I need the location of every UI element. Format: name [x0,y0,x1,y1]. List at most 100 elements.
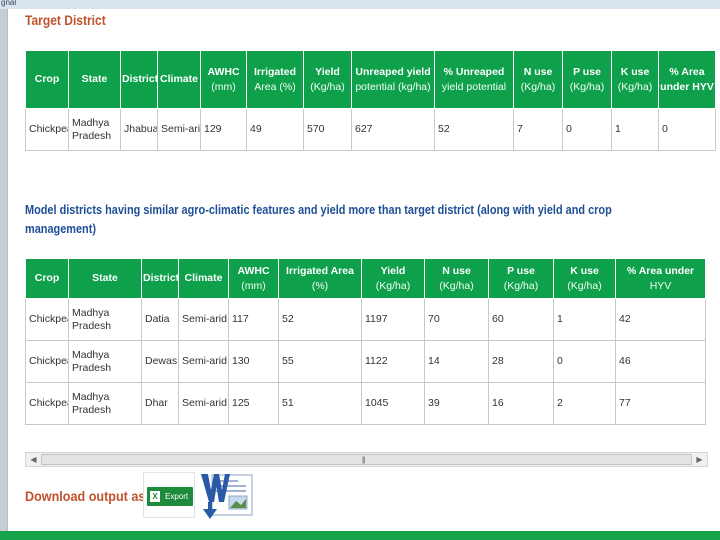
model-districts-table: Crop State District Climate AWHC (mm) Irrigate… [25,258,706,425]
horizontal-scrollbar[interactable]: ◀ ||| ▶ [25,452,708,467]
column-header: Crop [25,50,69,109]
column-header-label: Crop [34,272,60,284]
column-header-unit: yield potential [441,80,507,93]
column-header-label: P use [573,65,601,78]
column-header-label: State [92,272,118,284]
table-cell: Chickpea [25,340,69,383]
window-corner-label: gnal [1,0,17,7]
table-cell: Chickpea [25,382,69,425]
target-table-header: Crop State District Climate AWHC (mm) Irrigate… [25,50,716,109]
column-header-unit: (Kg/ha) [503,279,539,292]
table-cell: Semi-arid [178,340,229,383]
word-download-icon [201,474,253,519]
table-row: Chickpea Madhya Pradesh Datia Semi-arid 117 5… [25,298,706,341]
column-header: N use (Kg/ha) [424,258,489,299]
column-header-unit: (Kg/ha) [617,80,653,93]
table-cell: 1 [611,108,659,151]
column-header-label: Yield [315,65,340,78]
word-download-button[interactable] [199,472,255,522]
table-cell: 42 [615,298,706,341]
column-header-label: Crop [34,73,60,85]
column-header-label: N use [523,65,553,78]
column-header: % Area under HYV [615,258,706,299]
download-output-label: Download output as [25,488,146,504]
table-cell: 55 [278,340,362,383]
table-cell: Datia [141,298,179,341]
model-table-header: Crop State District Climate AWHC (mm) Irrigate… [25,258,706,299]
scroll-left-arrow-icon[interactable]: ◀ [27,453,40,466]
column-header: District [141,258,180,299]
table-cell: 570 [303,108,352,151]
table-cell: 1122 [361,340,425,383]
column-header: P use (Kg/ha) [488,258,554,299]
table-cell: 14 [424,340,489,383]
table-cell: Semi-arid [178,298,229,341]
column-header: Unreaped yield potential (kg/ha) [351,50,435,109]
scroll-right-arrow-icon[interactable]: ▶ [693,453,706,466]
table-cell: 28 [488,340,554,383]
column-header-unit: HYV [649,279,672,292]
column-header-unit: (Kg/ha) [567,279,602,292]
column-header-unit: (%) [311,279,329,292]
column-header-label: Irrigated Area [286,264,354,277]
table-cell: 125 [228,382,279,425]
window-top-bar: gnal [0,0,720,9]
column-header: Climate [178,258,229,299]
column-header-label: P use [507,264,535,277]
column-header: State [68,50,121,109]
column-header-label: Irrigated [253,65,296,78]
table-cell: 0 [562,108,612,151]
table-cell: 129 [200,108,247,151]
target-district-title: Target District [25,12,106,28]
column-header-unit: (Kg/ha) [569,80,605,93]
target-table-body: ChickpeaMadhya PradeshJhabuaSemi-arid129… [25,108,716,151]
table-cell: 130 [228,340,279,383]
table-cell: 1197 [361,298,425,341]
column-header-label: District [143,272,180,284]
table-cell: Dewas [141,340,179,383]
column-header-unit: potential (kg/ha) [355,80,431,93]
table-cell: 60 [488,298,554,341]
table-row: Chickpea Madhya Pradesh Dhar Semi-arid 125 51… [25,382,706,425]
column-header-label: N use [442,264,471,277]
column-header-label: Climate [160,73,198,85]
column-header-label: AWHC [207,65,240,78]
column-header-unit: (Kg/ha) [375,279,411,292]
column-header-label: AWHC [237,264,270,277]
column-header: AWHC (mm) [228,258,279,299]
column-header: K use (Kg/ha) [553,258,616,299]
table-cell: 46 [615,340,706,383]
table-cell: Semi-arid [178,382,229,425]
column-header: AWHC (mm) [200,50,247,109]
export-button-label: Export [165,492,189,501]
column-header-label: Climate [184,272,223,284]
table-cell: Chickpea [25,108,69,151]
footer-bar [0,531,720,540]
excel-export-button[interactable]: X Export [143,472,195,518]
table-cell: Madhya Pradesh [68,298,142,341]
table-cell: 7 [513,108,563,151]
table-cell: 1 [553,298,616,341]
table-cell: 39 [424,382,489,425]
column-header-label: District [122,73,159,85]
column-header: Crop [25,258,69,299]
column-header-unit: (mm) [241,279,266,292]
left-frame-rail [0,9,8,540]
column-header: Yield (Kg/ha) [361,258,425,299]
column-header-label: % Unreaped [443,65,505,78]
column-header: P use (Kg/ha) [562,50,612,109]
table-cell: 2 [553,382,616,425]
scrollbar-thumb[interactable]: ||| [41,454,692,465]
table-row: Chickpea Madhya Pradesh Dewas Semi-arid 130 5… [25,340,706,383]
column-header: % Unreaped yield potential [434,50,514,109]
column-header-label: K use [620,65,650,78]
column-header-unit: (Kg/ha) [439,279,474,292]
table-cell: Dhar [141,382,179,425]
scrollbar-grip-icon: ||| [362,457,366,464]
column-header-label: Unreaped yield [355,65,431,78]
column-header: District [120,50,159,109]
column-header-label: State [81,73,108,85]
target-district-table: Crop State District Climate AWHC (mm) Irrigate… [25,50,716,151]
table-cell: Madhya Pradesh [68,382,142,425]
model-districts-title: Model districts having similar agro-clim… [25,202,612,236]
